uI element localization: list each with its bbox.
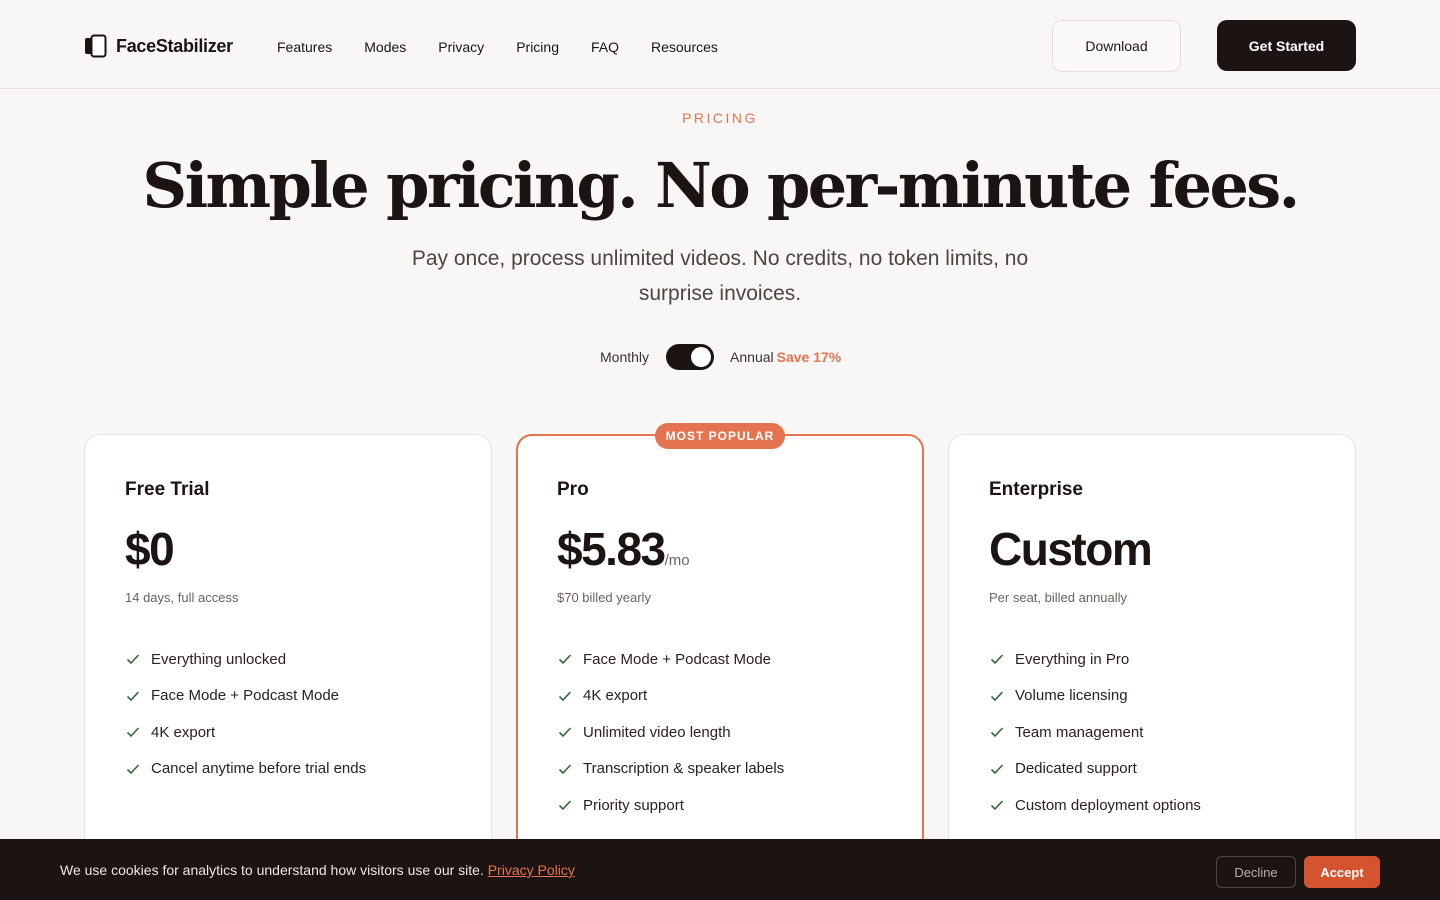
feature-label: Custom deployment options <box>1015 796 1201 814</box>
check-icon <box>558 800 572 811</box>
price-amount: Custom <box>989 523 1153 575</box>
check-icon <box>558 654 572 665</box>
plan-note: 14 days, full access <box>125 590 239 605</box>
page-headline: Simple pricing. No per-minute fees. <box>142 149 1300 222</box>
feature-item: 4K export <box>125 714 366 751</box>
feature-item: 4K export <box>557 678 784 715</box>
plan-note: $70 billed yearly <box>557 590 651 605</box>
top-navigation-bar: FaceStabilizer Features Modes Privacy Pr… <box>0 0 1440 89</box>
feature-list: Face Mode + Podcast Mode 4K export Unlim… <box>557 641 784 824</box>
feature-label: 4K export <box>151 723 216 741</box>
check-icon <box>558 727 572 738</box>
feature-item: Everything unlocked <box>125 641 366 678</box>
toggle-knob <box>691 347 712 367</box>
nav-modes[interactable]: Modes <box>364 38 406 56</box>
feature-label: Everything unlocked <box>151 650 287 668</box>
most-popular-badge: MOST POPULAR <box>655 423 785 449</box>
feature-label: Face Mode + Podcast Mode <box>151 687 340 705</box>
feature-item: Team management <box>989 714 1201 751</box>
feature-list: Everything unlocked Face Mode + Podcast … <box>125 641 366 787</box>
plan-price: $5.83/mo <box>557 521 690 589</box>
plan-price: $0 <box>125 521 175 577</box>
price-amount: $0 <box>125 523 175 575</box>
billing-period-toggle[interactable] <box>666 344 715 370</box>
feature-label: Priority support <box>583 796 684 814</box>
plan-note: Per seat, billed annually <box>989 590 1128 605</box>
check-icon <box>990 800 1004 811</box>
feature-label: Transcription & speaker labels <box>583 760 785 778</box>
check-icon <box>126 727 140 738</box>
check-icon <box>990 691 1004 701</box>
plan-name: Pro <box>557 479 589 500</box>
check-icon <box>126 691 140 701</box>
price-amount: $5.83 <box>557 523 666 575</box>
check-icon <box>126 654 140 665</box>
check-icon <box>990 654 1004 665</box>
feature-label: Dedicated support <box>1015 760 1137 778</box>
feature-list: Everything in Pro Volume licensing Team … <box>989 641 1201 824</box>
nav-features[interactable]: Features <box>277 38 332 56</box>
section-eyebrow: PRICING <box>682 110 758 126</box>
get-started-button[interactable]: Get Started <box>1217 20 1356 71</box>
feature-item: Custom deployment options <box>989 787 1201 824</box>
billing-toggle-group: Monthly Annual Save 17% <box>600 344 841 370</box>
download-button[interactable]: Download <box>1052 20 1181 72</box>
nav-resources[interactable]: Resources <box>651 38 718 56</box>
logo-text: FaceStabilizer <box>116 35 233 56</box>
nav-faq[interactable]: FAQ <box>591 38 619 56</box>
check-icon <box>990 764 1004 774</box>
cookie-text: We use cookies for analytics to understa… <box>60 862 484 878</box>
feature-label: Cancel anytime before trial ends <box>151 760 367 778</box>
feature-item: Volume licensing <box>989 678 1201 715</box>
check-icon <box>126 764 140 774</box>
feature-item: Dedicated support <box>989 751 1201 788</box>
feature-item: Transcription & speaker labels <box>557 751 784 788</box>
page-subhead: Pay once, process unlimited videos. No c… <box>411 247 1029 305</box>
feature-item: Everything in Pro <box>989 641 1201 678</box>
feature-label: Volume licensing <box>1015 687 1128 705</box>
check-icon <box>990 727 1004 738</box>
accept-button[interactable]: Accept <box>1304 856 1380 888</box>
decline-button[interactable]: Decline <box>1216 856 1296 888</box>
logo[interactable]: FaceStabilizer <box>84 34 233 58</box>
price-period: /mo <box>664 552 690 569</box>
feature-label: Everything in Pro <box>1015 650 1130 668</box>
save-badge: Save 17% <box>776 349 842 365</box>
cookie-banner: We use cookies for analytics to understa… <box>0 839 1440 900</box>
cookie-message: We use cookies for analytics to understa… <box>60 862 575 878</box>
check-icon <box>558 691 572 701</box>
feature-item: Face Mode + Podcast Mode <box>125 678 366 715</box>
feature-label: 4K export <box>583 687 648 705</box>
pricing-card-enterprise: Enterprise Custom Per seat, billed annua… <box>948 434 1356 874</box>
nav-privacy[interactable]: Privacy <box>438 38 484 56</box>
check-icon <box>558 764 572 774</box>
plan-name: Free Trial <box>125 479 210 500</box>
main-nav: Features Modes Privacy Pricing FAQ Resou… <box>277 38 750 56</box>
monthly-label[interactable]: Monthly <box>600 349 649 365</box>
annual-label[interactable]: Annual <box>730 349 774 365</box>
feature-item: Cancel anytime before trial ends <box>125 751 366 788</box>
pricing-card-pro: Pro $5.83/mo $70 billed yearly Face Mode… <box>516 434 924 874</box>
feature-item: Face Mode + Podcast Mode <box>557 641 784 678</box>
feature-label: Face Mode + Podcast Mode <box>583 650 772 668</box>
feature-label: Unlimited video length <box>583 723 731 741</box>
feature-label: Team management <box>1015 723 1144 741</box>
pricing-card-free-trial: Free Trial $0 14 days, full access Every… <box>84 434 492 874</box>
plan-price: Custom <box>989 521 1153 577</box>
feature-item: Unlimited video length <box>557 714 784 751</box>
plan-name: Enterprise <box>989 479 1083 500</box>
feature-item: Priority support <box>557 787 784 824</box>
nav-pricing[interactable]: Pricing <box>516 38 559 56</box>
privacy-policy-link[interactable]: Privacy Policy <box>488 862 575 878</box>
phone-stack-icon <box>84 34 108 58</box>
